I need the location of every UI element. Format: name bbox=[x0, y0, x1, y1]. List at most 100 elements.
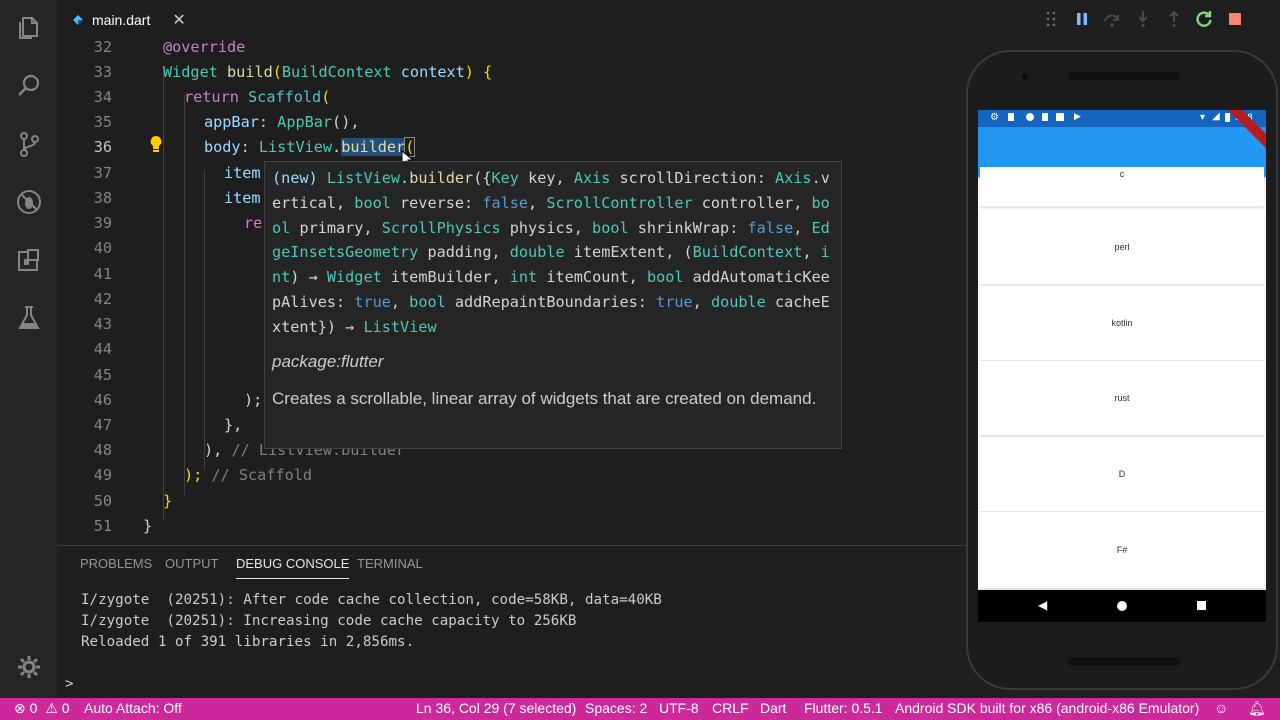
pause-icon[interactable] bbox=[1067, 4, 1098, 34]
play-store-icon: ▶ bbox=[1074, 111, 1081, 121]
signature-token: controller, bbox=[692, 193, 812, 212]
home-icon[interactable] bbox=[1117, 601, 1127, 611]
line-number: 44 bbox=[93, 340, 112, 358]
line-number: 45 bbox=[93, 366, 112, 384]
signature-token: bool bbox=[646, 268, 684, 287]
signature-token: ListView bbox=[363, 317, 437, 336]
notification-icon bbox=[1008, 113, 1014, 121]
debug-icon[interactable] bbox=[14, 187, 44, 217]
tab-problems[interactable]: PROBLEMS bbox=[80, 556, 152, 571]
tab-main-dart[interactable]: main.dart ✕ bbox=[58, 0, 198, 41]
line-number: 41 bbox=[93, 265, 112, 283]
tab-output[interactable]: OUTPUT bbox=[165, 556, 218, 571]
line-number: 39 bbox=[93, 214, 112, 232]
tab-debug-console[interactable]: DEBUG CONSOLE bbox=[236, 556, 350, 579]
notification-icon bbox=[1026, 113, 1034, 121]
errors-indicator[interactable]: ⊗ 0 ⚠ 0 bbox=[14, 700, 70, 717]
signature-token: double bbox=[710, 292, 766, 311]
list-item[interactable]: F# bbox=[980, 512, 1264, 589]
bottom-panel: PROBLEMS OUTPUT DEBUG CONSOLE TERMINAL I… bbox=[58, 545, 965, 698]
signature-token: , bbox=[793, 218, 812, 237]
lightbulb-icon[interactable] bbox=[149, 135, 163, 153]
restart-icon[interactable] bbox=[1189, 4, 1220, 34]
signature-token: bool bbox=[409, 292, 446, 311]
recents-icon[interactable] bbox=[1197, 601, 1206, 610]
notifications-bell-icon[interactable]: 🔔︎ bbox=[1248, 700, 1266, 717]
settings-gear-icon: ⚙ bbox=[990, 112, 999, 123]
signature-token: padding, bbox=[418, 243, 510, 262]
code-line: ); bbox=[244, 391, 263, 409]
signature-token: false bbox=[747, 218, 794, 237]
signature-token: itemCount, bbox=[537, 268, 647, 287]
activity-bar bbox=[0, 0, 58, 698]
step-out-icon[interactable] bbox=[1158, 4, 1189, 34]
close-icon[interactable]: ✕ bbox=[172, 10, 185, 30]
warning-icon: ⚠ bbox=[45, 700, 58, 716]
settings-gear-icon[interactable] bbox=[14, 652, 44, 682]
signature-token: shrinkWrap: bbox=[628, 218, 748, 237]
signature-token: true bbox=[354, 292, 391, 311]
debug-toolbar bbox=[1036, 4, 1250, 34]
dart-file-icon bbox=[73, 15, 83, 25]
signature-token: Axis bbox=[774, 169, 812, 187]
drag-handle-icon[interactable] bbox=[1036, 4, 1067, 34]
test-flask-icon[interactable] bbox=[14, 303, 44, 333]
line-number: 34 bbox=[93, 88, 112, 106]
code-line: appBar: AppBar(), bbox=[204, 113, 360, 131]
sd-card-icon bbox=[1042, 113, 1048, 121]
cursor-position[interactable]: Ln 36, Col 29 (7 selected) bbox=[416, 700, 576, 716]
signature-token: physics, bbox=[500, 218, 593, 237]
eol-setting[interactable]: CRLF bbox=[712, 700, 749, 716]
device-selector[interactable]: Android SDK built for x86 (android-x86 E… bbox=[895, 700, 1199, 716]
back-icon[interactable]: ◀ bbox=[1038, 598, 1047, 612]
stop-icon[interactable] bbox=[1219, 4, 1250, 34]
error-icon: ⊗ bbox=[14, 700, 26, 716]
tab-terminal[interactable]: TERMINAL bbox=[357, 556, 423, 571]
hover-tooltip: (new) ListView.builder({Key key, Axis sc… bbox=[264, 161, 842, 449]
auto-attach-status[interactable]: Auto Attach: Off bbox=[84, 700, 182, 716]
extensions-icon[interactable] bbox=[14, 245, 44, 275]
hover-signature: (new) ListView.builder({Key key, Axis sc… bbox=[272, 166, 837, 340]
hover-description: Creates a scrollable, linear array of wi… bbox=[272, 389, 817, 408]
step-over-icon[interactable] bbox=[1097, 4, 1128, 34]
signature-token: builder bbox=[409, 169, 474, 187]
signature-token: Axis bbox=[573, 169, 611, 187]
hover-package: package:flutter bbox=[272, 352, 384, 371]
signature-token: . bbox=[400, 169, 410, 187]
signal-icon: ◢ bbox=[1212, 111, 1220, 122]
feedback-smiley-icon[interactable]: ☺ bbox=[1214, 700, 1228, 716]
line-number: 40 bbox=[93, 239, 112, 257]
encoding-setting[interactable]: UTF-8 bbox=[659, 700, 699, 716]
code-line: Widget build(BuildContext context) { bbox=[163, 63, 493, 81]
signature-token: BuildContext bbox=[692, 243, 803, 262]
indentation-setting[interactable]: Spaces: 2 bbox=[585, 700, 647, 716]
line-number: 35 bbox=[93, 113, 112, 131]
signature-token: int bbox=[509, 268, 538, 287]
list-item[interactable]: c bbox=[980, 167, 1264, 207]
line-number: 47 bbox=[93, 416, 112, 434]
signature-token: , bbox=[692, 292, 711, 311]
console-line: I/zygote (20251): After code cache colle… bbox=[81, 592, 662, 608]
language-mode[interactable]: Dart bbox=[760, 700, 786, 716]
code-line: @override bbox=[163, 40, 246, 56]
indent-guide bbox=[163, 70, 164, 520]
list-item[interactable]: D bbox=[980, 437, 1264, 512]
console-line: Reloaded 1 of 391 libraries in 2,856ms. bbox=[81, 634, 415, 650]
selected-text: builder bbox=[341, 138, 406, 156]
signature-token: , bbox=[528, 193, 547, 212]
list-item[interactable]: kotlin bbox=[980, 286, 1264, 361]
signature-token: addRepaintBoundaries: bbox=[445, 292, 657, 311]
line-number: 48 bbox=[93, 441, 112, 459]
signature-token: reverse: bbox=[390, 193, 483, 212]
signature-token: scrollDirection: bbox=[610, 169, 775, 187]
signature-token: bool bbox=[592, 218, 629, 237]
list-item[interactable]: rust bbox=[980, 361, 1264, 436]
source-control-icon[interactable] bbox=[14, 129, 44, 159]
list-item[interactable]: perl bbox=[980, 210, 1264, 285]
step-into-icon[interactable] bbox=[1128, 4, 1159, 34]
console-input-prompt[interactable]: > bbox=[65, 676, 74, 692]
flutter-version[interactable]: Flutter: 0.5.1 bbox=[804, 700, 883, 716]
signature-token: true bbox=[656, 292, 693, 311]
explorer-icon[interactable] bbox=[14, 13, 44, 43]
search-icon[interactable] bbox=[14, 71, 44, 101]
